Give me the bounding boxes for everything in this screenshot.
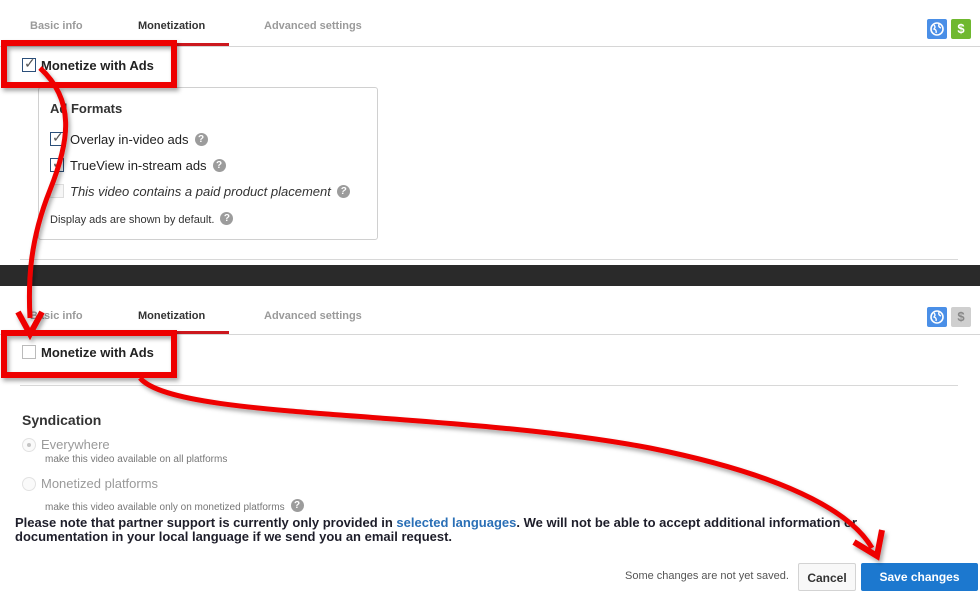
top-panel: Basic info Monetization Advanced setting…: [0, 0, 980, 265]
monetize-checkbox[interactable]: [22, 345, 36, 359]
checkmark-icon: ✓: [52, 155, 64, 171]
section-divider: [20, 259, 958, 260]
monetize-label: Monetize with Ads: [41, 58, 154, 73]
dollar-icon[interactable]: $: [951, 307, 971, 327]
trueview-ads-label: TrueView in-stream ads: [70, 158, 207, 173]
monetized-platforms-description-text: make this video available only on moneti…: [45, 502, 285, 513]
tab-basic-info[interactable]: Basic info: [30, 310, 83, 322]
monetized-platforms-description: make this video available only on moneti…: [45, 499, 304, 513]
radio-dot: [27, 443, 31, 447]
help-icon[interactable]: ?: [290, 499, 304, 512]
tab-advanced-settings[interactable]: Advanced settings: [264, 310, 362, 322]
save-changes-button[interactable]: Save changes: [861, 563, 978, 591]
product-placement-checkbox[interactable]: [50, 184, 64, 198]
checkmark-icon: ✓: [24, 55, 36, 71]
tab-basic-info[interactable]: Basic info: [30, 20, 83, 32]
help-icon[interactable]: ?: [220, 212, 234, 225]
everywhere-label: Everywhere: [41, 437, 110, 452]
everywhere-description: make this video available on all platfor…: [45, 454, 228, 465]
cancel-button[interactable]: Cancel: [798, 563, 856, 591]
radio-everywhere[interactable]: [22, 438, 36, 452]
monetized-platforms-label: Monetized platforms: [41, 476, 159, 491]
overlay-ads-item: Overlay in-video ads?: [70, 132, 208, 147]
checkmark-icon: ✓: [52, 129, 64, 145]
globe-icon[interactable]: [927, 307, 947, 327]
tab-bar: Basic info Monetization Advanced setting…: [0, 286, 980, 335]
ad-formats-title: Ad Formats: [50, 101, 123, 116]
trueview-ads-item: TrueView in-stream ads?: [70, 158, 226, 173]
tab-monetization[interactable]: Monetization: [138, 310, 205, 322]
ad-formats-box: Ad Formats ✓ Overlay in-video ads? ✓ Tru…: [38, 87, 378, 240]
radio-monetized-platforms[interactable]: [22, 477, 36, 491]
active-tab-indicator: [116, 331, 229, 334]
globe-icon[interactable]: [927, 19, 947, 39]
product-placement-item: This video contains a paid product place…: [70, 184, 350, 199]
monetize-label: Monetize with Ads: [41, 345, 154, 360]
help-icon[interactable]: ?: [212, 159, 226, 172]
trueview-ads-checkbox[interactable]: ✓: [50, 155, 64, 172]
display-ads-note-text: Display ads are shown by default.: [50, 214, 215, 226]
display-ads-note: Display ads are shown by default.?: [50, 212, 234, 226]
active-tab-indicator: [116, 43, 229, 46]
overlay-ads-checkbox[interactable]: ✓: [50, 129, 64, 146]
unsaved-changes-status: Some changes are not yet saved.: [625, 570, 789, 582]
bottom-panel: Basic info Monetization Advanced setting…: [0, 286, 980, 600]
tab-bar: Basic info Monetization Advanced setting…: [0, 0, 980, 47]
note-text-before: Please note that partner support is curr…: [15, 515, 397, 530]
section-divider: [20, 385, 958, 386]
syndication-title: Syndication: [22, 412, 102, 428]
partner-support-note: Please note that partner support is curr…: [15, 516, 915, 544]
product-placement-label: This video contains a paid product place…: [70, 184, 331, 199]
tab-monetization[interactable]: Monetization: [138, 20, 205, 32]
help-icon[interactable]: ?: [194, 133, 208, 146]
help-icon[interactable]: ?: [336, 185, 350, 198]
tab-advanced-settings[interactable]: Advanced settings: [264, 20, 362, 32]
dollar-icon[interactable]: $: [951, 19, 971, 39]
selected-languages-link[interactable]: selected languages: [396, 515, 516, 530]
monetize-checkbox[interactable]: ✓: [22, 55, 36, 72]
overlay-ads-label: Overlay in-video ads: [70, 132, 189, 147]
screenshot-separator: [0, 265, 980, 286]
